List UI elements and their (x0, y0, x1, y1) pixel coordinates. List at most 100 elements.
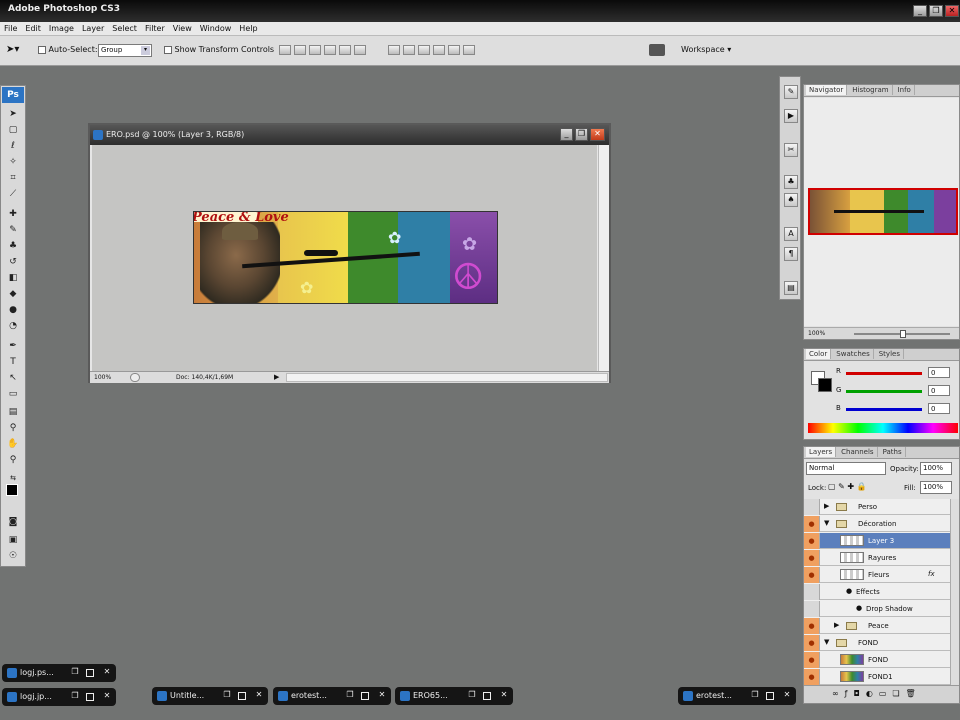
maximize-icon[interactable] (361, 692, 369, 700)
auto-select-dropdown[interactable]: Group ▾ (98, 44, 152, 57)
restore-icon[interactable]: ❐ (467, 690, 477, 700)
slice-tool-icon[interactable]: ⟋ (6, 188, 20, 200)
clone-stamp-tool-icon[interactable]: ♣ (6, 240, 20, 252)
lasso-tool-icon[interactable]: ℓ (6, 140, 20, 152)
type-tool-icon[interactable]: T (6, 356, 20, 368)
blur-tool-icon[interactable]: ● (6, 304, 20, 316)
new-layer-icon[interactable]: ❏ (892, 689, 905, 698)
status-menu-arrow-icon[interactable]: ▶ (274, 373, 279, 381)
layer-row[interactable]: ● Layer 3 (804, 533, 950, 549)
taskbar-item[interactable]: logj.jp... ❐ ✕ (2, 688, 116, 706)
chevron-right-icon[interactable]: ▶ (824, 502, 829, 510)
channel-b-slider[interactable] (846, 408, 922, 411)
status-icon[interactable] (130, 373, 140, 382)
character-icon[interactable]: A (784, 227, 798, 241)
blend-mode-select[interactable]: Normal (806, 462, 886, 475)
eye-icon[interactable]: ● (804, 550, 820, 566)
restore-button[interactable]: ❐ (929, 5, 943, 17)
canvas[interactable]: Peace & Love ✿ ✿ ✿ ☮ (92, 145, 597, 371)
taskbar-item[interactable]: erotest... ❐ ✕ (273, 687, 391, 705)
vertical-scrollbar[interactable] (598, 145, 609, 371)
delete-layer-icon[interactable]: 🗑 (906, 689, 922, 698)
quick-mask-icon[interactable]: ◙ (6, 516, 20, 528)
distribute-hcenter-icon[interactable] (448, 45, 460, 55)
tab-layers[interactable]: Layers (806, 447, 837, 457)
document-titlebar[interactable]: ERO.psd @ 100% (Layer 3, RGB/8) (90, 125, 609, 145)
add-mask-icon[interactable]: ◘ (854, 689, 866, 698)
layer-row[interactable]: ● FOND1 (804, 669, 950, 685)
channel-g-slider[interactable] (846, 390, 922, 393)
navigator-zoom[interactable]: 100% (808, 330, 825, 337)
eye-icon[interactable]: ● (804, 669, 820, 685)
tab-styles[interactable]: Styles (876, 349, 904, 359)
taskbar-item[interactable]: Untitle... ❐ ✕ (152, 687, 268, 705)
maximize-icon[interactable] (238, 692, 246, 700)
eye-icon[interactable]: ● (804, 652, 820, 668)
paint-bucket-tool-icon[interactable]: ◆ (6, 288, 20, 300)
navigator-view-box[interactable] (808, 188, 958, 235)
navigator-preview[interactable] (804, 98, 959, 326)
menu-file[interactable]: File (0, 22, 21, 33)
close-icon[interactable]: ✕ (102, 691, 112, 701)
tab-swatches[interactable]: Swatches (833, 349, 874, 359)
eraser-tool-icon[interactable]: ◧ (6, 272, 20, 284)
clone-source-icon[interactable]: ♣ (784, 175, 798, 189)
new-group-icon[interactable]: ▭ (879, 689, 893, 698)
layer-row[interactable]: ● Effects (804, 584, 950, 600)
menu-window[interactable]: Window (196, 22, 236, 33)
tab-info[interactable]: Info (895, 85, 915, 95)
minimize-button[interactable]: _ (913, 5, 927, 17)
swap-colors-icon[interactable]: ⇆ (6, 472, 20, 484)
foreground-color-swatch[interactable] (6, 484, 18, 496)
move-tool-icon[interactable]: ➤ (6, 108, 20, 120)
menu-filter[interactable]: Filter (141, 22, 169, 33)
align-left-icon[interactable] (324, 45, 336, 55)
maximize-icon[interactable] (483, 692, 491, 700)
screen-mode-icon[interactable]: ▣ (6, 534, 20, 546)
shape-tool-icon[interactable]: ▭ (6, 388, 20, 400)
crop-tool-icon[interactable]: ⌗ (6, 172, 20, 184)
channel-r-slider[interactable] (846, 372, 922, 375)
distribute-right-icon[interactable] (463, 45, 475, 55)
hand-tool-icon[interactable]: ✋ (6, 438, 20, 450)
menu-layer[interactable]: Layer (78, 22, 108, 33)
align-vcenter-icon[interactable] (294, 45, 306, 55)
layer-row[interactable]: ● FOND (804, 652, 950, 668)
healing-brush-tool-icon[interactable]: ✚ (6, 208, 20, 220)
zoom-slider-thumb[interactable] (900, 330, 906, 338)
layer-comps-icon[interactable]: ✂ (784, 143, 798, 157)
tab-color[interactable]: Color (806, 349, 832, 359)
layer-row[interactable]: ● Fleurs fx (804, 567, 950, 583)
restore-icon[interactable]: ❐ (345, 690, 355, 700)
distribute-bottom-icon[interactable] (418, 45, 430, 55)
history-icon[interactable]: ♠ (784, 193, 798, 207)
effect-visibility-icon[interactable]: ● (846, 587, 852, 595)
show-transform-checkbox[interactable] (164, 45, 172, 54)
history-brush-tool-icon[interactable]: ↺ (6, 256, 20, 268)
marquee-tool-icon[interactable]: ▢ (6, 124, 20, 136)
restore-icon[interactable]: ❐ (70, 691, 80, 701)
eye-icon[interactable] (804, 601, 820, 617)
menu-image[interactable]: Image (45, 22, 78, 33)
brush-tool-icon[interactable]: ✎ (6, 224, 20, 236)
opacity-input[interactable]: 100% (920, 462, 952, 475)
close-icon[interactable]: ✕ (254, 690, 264, 700)
close-icon[interactable]: ✕ (377, 690, 387, 700)
menu-help[interactable]: Help (235, 22, 261, 33)
restore-icon[interactable]: ❐ (750, 690, 760, 700)
eye-icon[interactable]: ● (804, 533, 820, 549)
pen-tool-icon[interactable]: ✒ (6, 340, 20, 352)
move-tool-icon[interactable]: ➤▾ (6, 44, 19, 55)
dodge-tool-icon[interactable]: ◔ (6, 320, 20, 332)
effect-visibility-icon[interactable]: ● (856, 604, 862, 612)
bridge-icon[interactable] (649, 44, 665, 56)
eye-icon[interactable]: ● (804, 516, 820, 532)
imageready-icon[interactable]: ☉ (6, 550, 20, 562)
eye-icon[interactable] (804, 584, 820, 600)
eye-icon[interactable]: ● (804, 567, 820, 583)
channel-g-input[interactable]: 0 (928, 385, 950, 396)
distribute-vcenter-icon[interactable] (403, 45, 415, 55)
menu-view[interactable]: View (169, 22, 196, 33)
doc-close-button[interactable]: ✕ (590, 128, 605, 141)
paragraph-icon[interactable]: ¶ (784, 247, 798, 261)
